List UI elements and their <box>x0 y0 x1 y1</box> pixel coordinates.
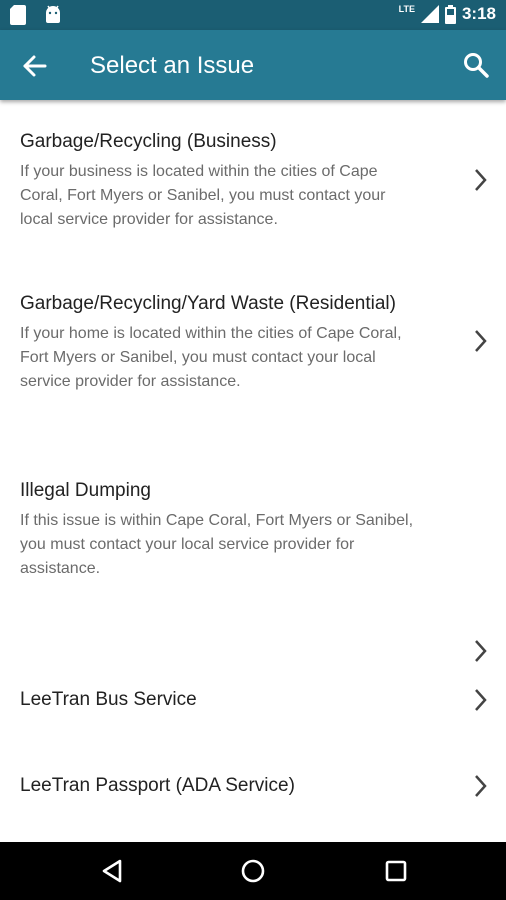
status-bar: LTE 3:18 <box>0 0 506 30</box>
list-item[interactable]: Illegal Dumping If this issue is within … <box>0 440 506 670</box>
chevron-right-icon <box>475 689 487 711</box>
issue-title: Garbage/Recycling (Business) <box>20 131 277 152</box>
network-type: LTE <box>398 4 415 14</box>
issue-title: LeeTran Bus Service <box>20 689 197 710</box>
description-line: Coral, Fort Myers or Sanibel, you must c… <box>20 187 386 204</box>
description-line: assistance. <box>20 560 101 577</box>
description-line: If your business is located within the c… <box>20 163 378 180</box>
description-line: service provider for assistance. <box>20 373 241 390</box>
home-circle-icon[interactable] <box>238 856 268 886</box>
issue-title: Illegal Dumping <box>20 480 151 501</box>
issue-list: Garbage/Recycling (Business) If your bus… <box>0 100 506 842</box>
chevron-right-icon <box>475 169 487 191</box>
description-line: local service provider for assistance. <box>20 211 278 228</box>
chevron-right-icon <box>475 775 487 797</box>
sd-card-icon <box>10 5 26 25</box>
list-item[interactable]: LeeTran Passport (ADA Service) <box>0 745 506 825</box>
description-line: If your home is located within the citie… <box>20 325 402 342</box>
signal-icon <box>420 5 439 23</box>
list-item[interactable]: LeeTran Bus Service <box>0 660 506 740</box>
status-time: 3:18 <box>461 4 496 23</box>
issue-description: If your business is located within the c… <box>20 160 470 232</box>
android-icon <box>46 5 60 23</box>
description-line: If this issue is within Cape Coral, Fort… <box>20 512 414 529</box>
list-item[interactable]: Garbage/Recycling (Business) If your bus… <box>0 100 506 260</box>
system-nav-bar <box>0 842 506 900</box>
page-title: Select an Issue <box>90 52 255 79</box>
list-item[interactable]: Garbage/Recycling/Yard Waste (Residentia… <box>0 260 506 440</box>
issue-description: If your home is located within the citie… <box>20 322 470 394</box>
search-icon[interactable] <box>462 51 490 79</box>
chevron-right-icon <box>475 330 487 352</box>
issue-title: LeeTran Passport (ADA Service) <box>20 775 295 796</box>
issue-description: If this issue is within Cape Coral, Fort… <box>20 509 470 581</box>
back-triangle-icon[interactable] <box>97 856 127 886</box>
description-line: Fort Myers or Sanibel, you must contact … <box>20 349 376 366</box>
battery-icon <box>444 4 456 24</box>
description-line: you must contact your local service prov… <box>20 536 355 553</box>
issue-title: Garbage/Recycling/Yard Waste (Residentia… <box>20 293 396 314</box>
app-bar: Select an Issue <box>0 30 506 100</box>
back-arrow-icon[interactable] <box>20 51 50 81</box>
recents-square-icon[interactable] <box>381 856 411 886</box>
